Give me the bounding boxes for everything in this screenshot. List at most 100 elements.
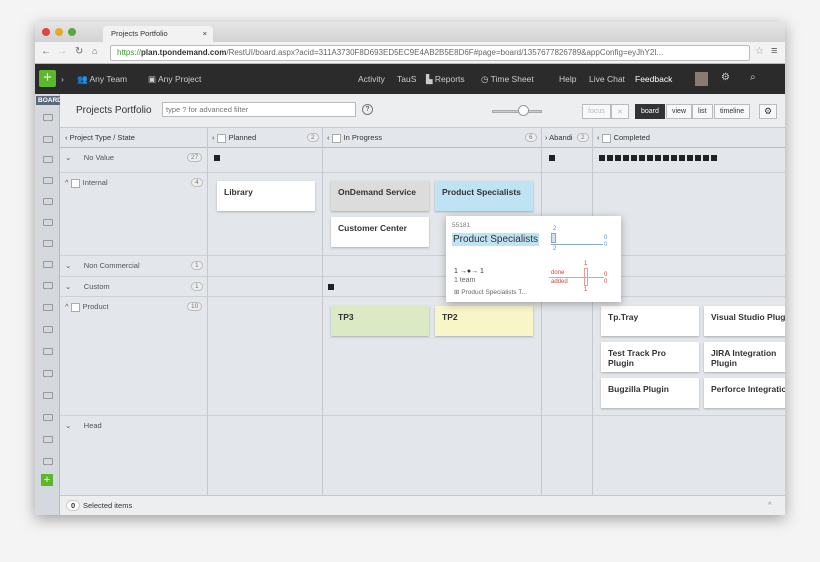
row-label: Internal xyxy=(82,178,108,187)
zoom-slider-handle[interactable] xyxy=(518,105,529,116)
selected-items-label[interactable]: Selected items xyxy=(83,501,132,510)
card-perforce-integration[interactable]: Perforce Integration xyxy=(704,378,785,408)
board-icon[interactable] xyxy=(43,114,53,121)
collapsed-card-marker[interactable] xyxy=(328,284,334,290)
board-icon[interactable] xyxy=(43,370,53,377)
focus-button[interactable]: focus xyxy=(582,104,611,119)
reports-label: Reports xyxy=(434,74,465,84)
nav-timesheet[interactable]: ◷ Time Sheet xyxy=(481,74,534,85)
column-header-planned[interactable]: ‹ Planned xyxy=(212,133,256,143)
search-icon[interactable]: ⌕ xyxy=(750,72,756,83)
view-board-button[interactable]: board xyxy=(635,104,665,119)
card-library[interactable]: Library xyxy=(217,181,315,211)
chart-label: 0 xyxy=(604,235,608,241)
column-header-completed[interactable]: ‹ Completed xyxy=(597,133,650,143)
card-jira-integration-plugin[interactable]: JIRA Integration Plugin xyxy=(704,342,785,372)
add-board-button[interactable]: + xyxy=(41,474,53,486)
nav-reports[interactable]: ▙ Reports xyxy=(426,74,465,85)
board-icon[interactable] xyxy=(43,414,53,421)
card-ondemand-service[interactable]: OnDemand Service xyxy=(331,181,429,211)
filter-input[interactable] xyxy=(162,102,356,117)
row-label: Product xyxy=(82,302,109,311)
column-header-abandoned[interactable]: › Abandi xyxy=(545,133,573,142)
card-tp2[interactable]: TP2 xyxy=(435,306,533,336)
board-icon[interactable] xyxy=(43,458,53,465)
close-tab-icon[interactable]: × xyxy=(203,29,207,38)
close-window-button[interactable] xyxy=(42,28,50,36)
menu-icon[interactable]: ≡ xyxy=(771,45,777,57)
card-title: Customer Center xyxy=(338,223,407,233)
team-selector[interactable]: 👥 Any Team xyxy=(77,74,127,85)
expand-footer-icon[interactable]: ^ xyxy=(768,500,772,509)
nav-livechat[interactable]: Live Chat xyxy=(589,74,625,84)
row-custom[interactable]: ⌄ Custom xyxy=(65,282,110,291)
view-view-button[interactable]: view xyxy=(666,104,693,119)
row-head[interactable]: ⌄ Head xyxy=(65,421,102,430)
back-icon[interactable]: ← xyxy=(41,46,51,57)
clear-focus-button[interactable]: ✕ xyxy=(611,104,629,119)
row-internal[interactable]: ^ Internal xyxy=(65,178,108,188)
column-label: Completed xyxy=(613,133,650,142)
team-name: Product Specialists T... xyxy=(461,289,527,296)
collapsed-card-marker[interactable] xyxy=(214,155,220,161)
home-icon[interactable]: ⌂ xyxy=(92,46,97,56)
row-label: Non Commercial xyxy=(83,261,140,270)
sidebar: BOARD + xyxy=(35,94,64,515)
popup-team-link[interactable]: ⊞ Product Specialists T... xyxy=(454,288,527,296)
card-tp-tray[interactable]: Tp.Tray xyxy=(601,306,699,336)
browser-tab[interactable]: Projects Portfolio × xyxy=(103,26,213,42)
expand-icon[interactable]: › xyxy=(61,74,64,84)
view-list-button[interactable]: list xyxy=(692,104,713,119)
progress-bar xyxy=(551,233,556,243)
column-header-inprogress[interactable]: ‹ In Progress xyxy=(327,133,382,143)
popup-title[interactable]: Product Specialists xyxy=(452,233,540,246)
board-icon[interactable] xyxy=(43,156,53,163)
board-icon[interactable] xyxy=(43,436,53,443)
board-icon[interactable] xyxy=(43,177,53,184)
board-icon[interactable] xyxy=(43,392,53,399)
card-test-track-pro-plugin[interactable]: Test Track Pro Plugin xyxy=(601,342,699,372)
card-bugzilla-plugin[interactable]: Bugzilla Plugin xyxy=(601,378,699,408)
card-tp3[interactable]: TP3 xyxy=(331,306,429,336)
board-icon[interactable] xyxy=(43,326,53,333)
nav-activity[interactable]: Activity xyxy=(358,74,385,84)
nav-taus[interactable]: TauS xyxy=(397,74,416,84)
column-header-type[interactable]: ‹ Project Type / State xyxy=(65,133,135,142)
board-icon[interactable] xyxy=(43,282,53,289)
card-visual-studio-plugin[interactable]: Visual Studio Plugin xyxy=(704,306,785,336)
add-button[interactable]: + xyxy=(39,70,56,87)
row-non-commercial[interactable]: ⌄ Non Commercial xyxy=(65,261,140,270)
address-bar: ← → ↻ ⌂ https://plan.tpondemand.com/Rest… xyxy=(35,42,785,64)
board-icon[interactable] xyxy=(43,304,53,311)
project-selector[interactable]: ▣ Any Project xyxy=(148,74,201,85)
collapsed-card-markers[interactable] xyxy=(599,155,719,161)
board-icon[interactable] xyxy=(43,136,53,143)
settings-icon[interactable]: ⚙ xyxy=(721,72,730,83)
minimize-window-button[interactable] xyxy=(55,28,63,36)
card-customer-center[interactable]: Customer Center xyxy=(331,217,429,247)
url-input[interactable]: https://plan.tpondemand.com/RestUI/board… xyxy=(110,45,750,61)
row-count: 10 xyxy=(187,302,203,311)
collapsed-card-marker[interactable] xyxy=(549,155,555,161)
avatar[interactable] xyxy=(695,72,708,86)
board-icon[interactable] xyxy=(43,219,53,226)
nav-help[interactable]: Help xyxy=(559,74,576,84)
zoom-slider[interactable] xyxy=(492,110,542,113)
help-icon[interactable]: ? xyxy=(362,104,373,115)
board-icon[interactable] xyxy=(43,348,53,355)
board-settings-button[interactable]: ⚙ xyxy=(759,104,778,119)
card-title: Bugzilla Plugin xyxy=(608,384,669,394)
board-icon[interactable] xyxy=(43,198,53,205)
view-timeline-button[interactable]: timeline xyxy=(714,104,751,119)
star-icon[interactable]: ☆ xyxy=(755,46,764,57)
row-no-value[interactable]: ⌄ No Value xyxy=(65,153,114,162)
forward-icon[interactable]: → xyxy=(57,46,67,57)
nav-feedback[interactable]: Feedback xyxy=(635,74,672,84)
board-icon[interactable] xyxy=(43,261,53,268)
team-label: Any Team xyxy=(89,74,128,84)
zoom-window-button[interactable] xyxy=(68,28,76,36)
card-product-specialists[interactable]: Product Specialists xyxy=(435,181,533,211)
row-product[interactable]: ^ Product xyxy=(65,302,108,312)
board-icon[interactable] xyxy=(43,240,53,247)
reload-icon[interactable]: ↻ xyxy=(75,46,83,57)
